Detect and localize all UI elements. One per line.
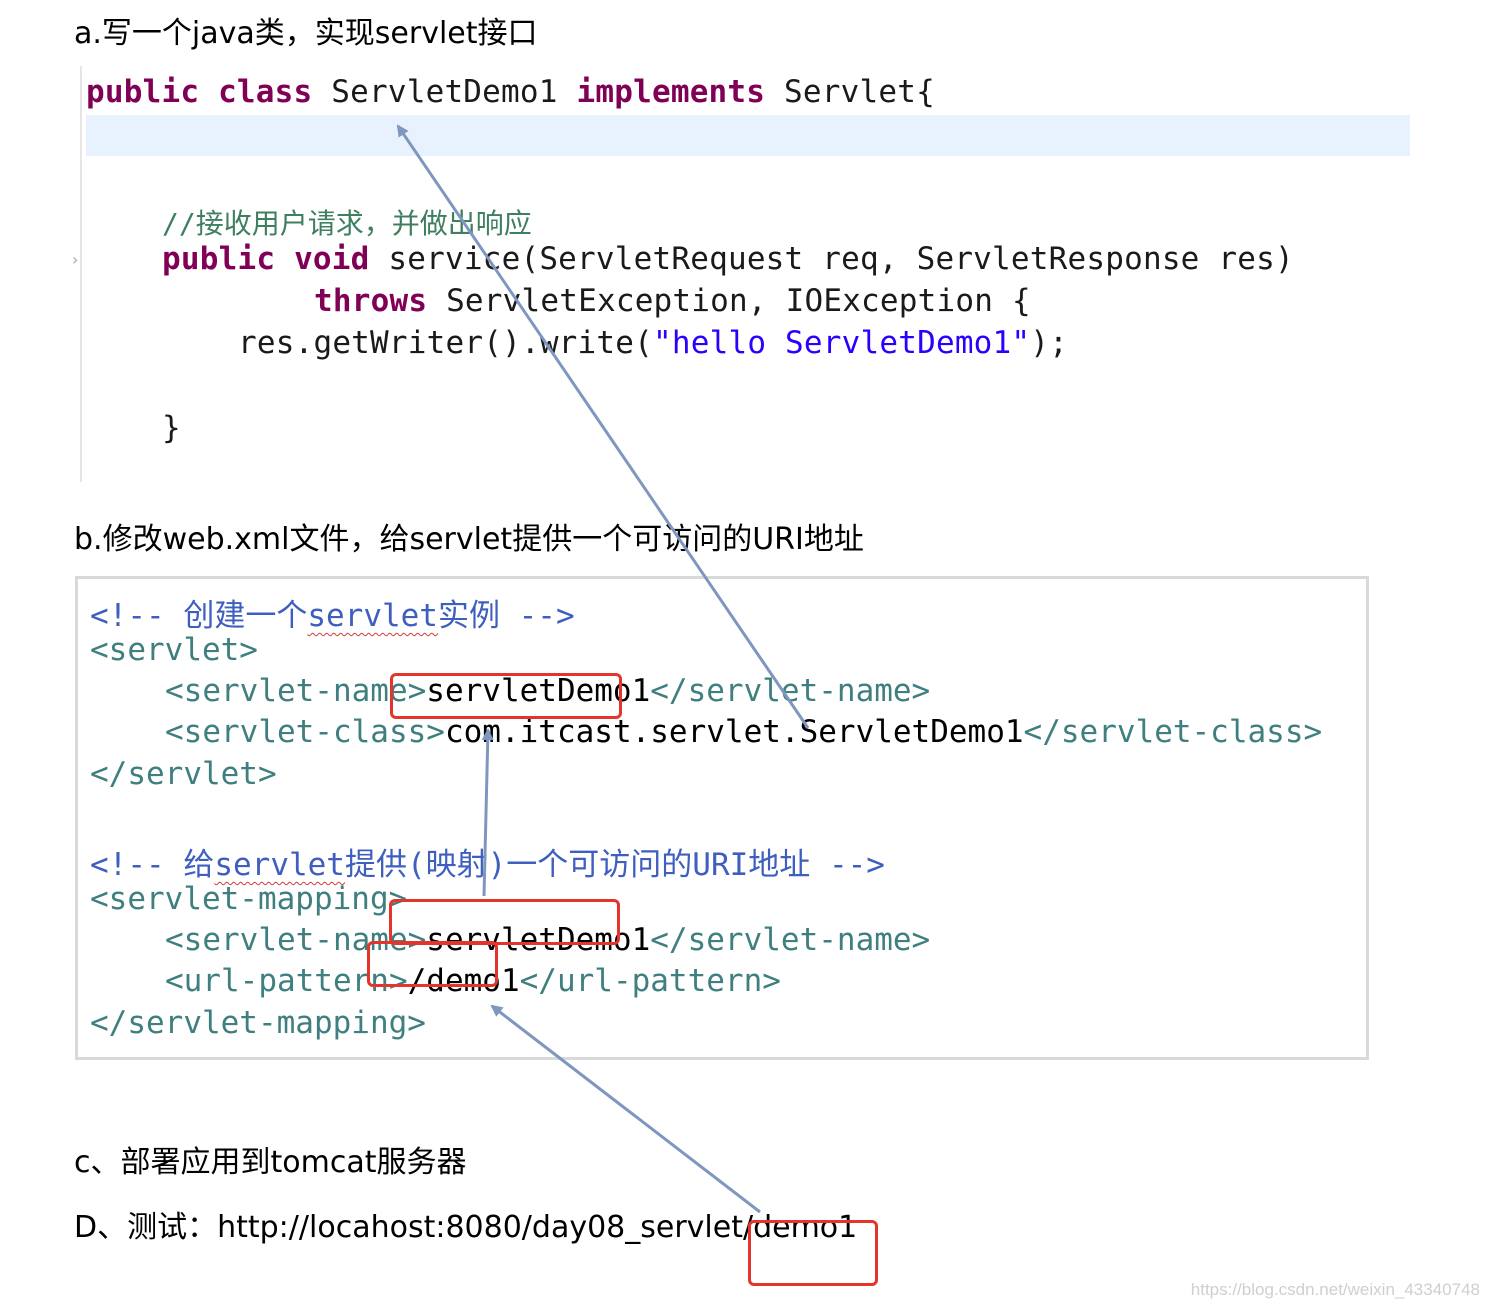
flow-arrows [396, 124, 810, 1214]
arrow-class-to-java [396, 124, 810, 729]
arrow-url-to-pattern [490, 1004, 761, 1214]
arrow-mapping-to-servlet [481, 728, 494, 897]
watermark: https://blog.csdn.net/weixin_43340748 [1190, 1280, 1480, 1299]
